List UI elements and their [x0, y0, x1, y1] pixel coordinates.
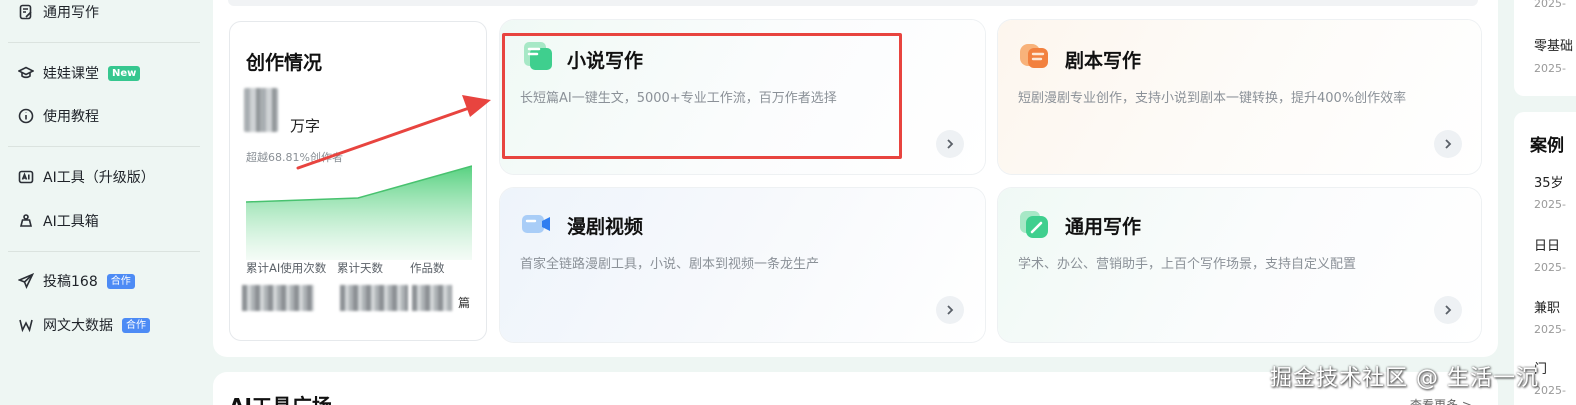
script-arrow-button[interactable]	[1434, 130, 1462, 158]
general-writing-card[interactable]: 通用写作 学术、办公、营销助手，上百个写作场景，支持自定义配置	[998, 188, 1481, 342]
item-date: 2025-	[1534, 62, 1566, 75]
blurred-ai-usage-value	[242, 285, 314, 311]
script-writing-card[interactable]: 剧本写作 短剧漫剧专业创作，支持小说到剧本一键转换，提升400%创作效率	[998, 20, 1481, 174]
case-item[interactable]: 兼职	[1534, 297, 1560, 316]
feature-desc: 短剧漫剧专业创作，支持小说到剧本一键转换，提升400%创作效率	[1018, 91, 1407, 106]
sidebar-item-ai-tool-upgrade[interactable]: AI工具（升级版）	[18, 164, 155, 190]
coop-badge: 合作	[122, 317, 150, 333]
chevron-right-icon	[947, 305, 954, 315]
edit-doc-icon	[18, 4, 34, 20]
sidebar-item-submit[interactable]: 投稿168 合作	[18, 268, 135, 294]
total-days-label: 累计天数	[337, 261, 383, 275]
blurred-days-value	[340, 285, 408, 311]
video-camera-icon	[522, 215, 550, 233]
sidebar-item-class[interactable]: 娃娃课堂 New	[18, 60, 141, 86]
sidebar-item-label: 娃娃课堂	[43, 66, 99, 82]
chevron-right-icon	[947, 139, 954, 149]
chevron-right-icon	[1445, 305, 1452, 315]
item-date: 2025-	[1534, 323, 1566, 336]
blurred-works-value	[412, 285, 452, 311]
case-item[interactable]: 日日	[1534, 235, 1560, 254]
sidebar-divider	[8, 251, 200, 252]
sidebar-item-label: 使用教程	[43, 109, 99, 125]
sidebar-item-label: AI工具（升级版）	[43, 170, 155, 186]
works-count-label: 作品数	[410, 261, 445, 275]
blurred-word-count	[244, 88, 278, 132]
stats-title: 创作情况	[246, 52, 323, 74]
sidebar-item-web-novel-data[interactable]: 网文大数据 合作	[18, 312, 150, 338]
feature-title: 漫剧视频	[567, 216, 644, 238]
feature-desc: 学术、办公、营销助手，上百个写作场景，支持自定义配置	[1018, 257, 1357, 272]
growth-area-chart	[246, 165, 472, 260]
feature-desc: 长短篇AI一键生文，5000+专业工作流，百万作者选择	[520, 91, 837, 106]
watermark-text: 掘金技术社区 @ 生活一沉	[1270, 366, 1539, 391]
sidebar-item-tutorial[interactable]: 使用教程	[18, 103, 99, 129]
data-w-icon	[18, 317, 34, 333]
item-date: 2025-	[1534, 0, 1566, 10]
sidebar-item-label: AI工具箱	[43, 214, 99, 230]
sidebar-item-ai-toolbox[interactable]: AI工具箱	[18, 208, 99, 234]
pen-doc-icon	[1020, 211, 1048, 238]
top-strip	[228, 0, 1478, 6]
info-circle-icon	[18, 108, 34, 124]
coop-badge: 合作	[106, 273, 135, 289]
sidebar-item-label: 通用写作	[43, 5, 99, 21]
feature-title: 通用写作	[1065, 216, 1142, 238]
toolbox-icon	[18, 213, 34, 229]
beyond-percentage: 超越68.81%创作者	[246, 151, 343, 164]
sidebar-item-label: 投稿168	[43, 274, 98, 290]
feature-title: 小说写作	[567, 50, 644, 72]
graduation-cap-icon	[18, 65, 34, 81]
video-arrow-button[interactable]	[936, 296, 964, 324]
item-date: 2025-	[1534, 198, 1566, 211]
sidebar-item-general-writing[interactable]: 通用写作	[18, 0, 99, 25]
novel-arrow-button[interactable]	[936, 130, 964, 158]
list-item[interactable]: 零基础	[1534, 35, 1573, 54]
new-badge: New	[108, 65, 141, 81]
sidebar-item-label: 网文大数据	[43, 318, 113, 334]
section-title: AI工具广场	[229, 390, 332, 405]
script-icon	[1020, 44, 1048, 68]
general-arrow-button[interactable]	[1434, 296, 1462, 324]
chevron-right-icon	[1445, 139, 1452, 149]
feature-desc: 首家全链路漫剧工具，小说、剧本到视频一条龙生产	[520, 257, 820, 272]
feature-title: 剧本写作	[1065, 50, 1142, 72]
send-icon	[18, 273, 34, 289]
sidebar-divider	[8, 146, 200, 147]
total-ai-usage-label: 累计AI使用次数	[246, 261, 327, 275]
cases-title: 案例	[1530, 136, 1564, 156]
word-count-unit: 万字	[290, 117, 321, 135]
stats-card: 创作情况 万字 超越68.81%创作者 累计AI使用次数 累计天数 作品数	[229, 21, 487, 341]
item-date: 2025-	[1534, 261, 1566, 274]
sidebar-divider	[8, 42, 200, 43]
novel-doc-icon	[524, 42, 552, 70]
works-suffix: 篇	[458, 296, 471, 310]
ai-tool-icon	[18, 169, 34, 185]
comic-video-card[interactable]: 漫剧视频 首家全链路漫剧工具，小说、剧本到视频一条龙生产	[500, 188, 985, 342]
sidebar: 通用写作 娃娃课堂 New 使用教程 AI工具（升级版） AI工具箱 投稿168…	[0, 0, 212, 405]
novel-writing-card[interactable]: 小说写作 长短篇AI一键生文，5000+专业工作流，百万作者选择	[500, 20, 985, 174]
case-item[interactable]: 35岁	[1534, 172, 1564, 191]
view-more-link[interactable]: 查看更多 >	[1410, 396, 1472, 405]
